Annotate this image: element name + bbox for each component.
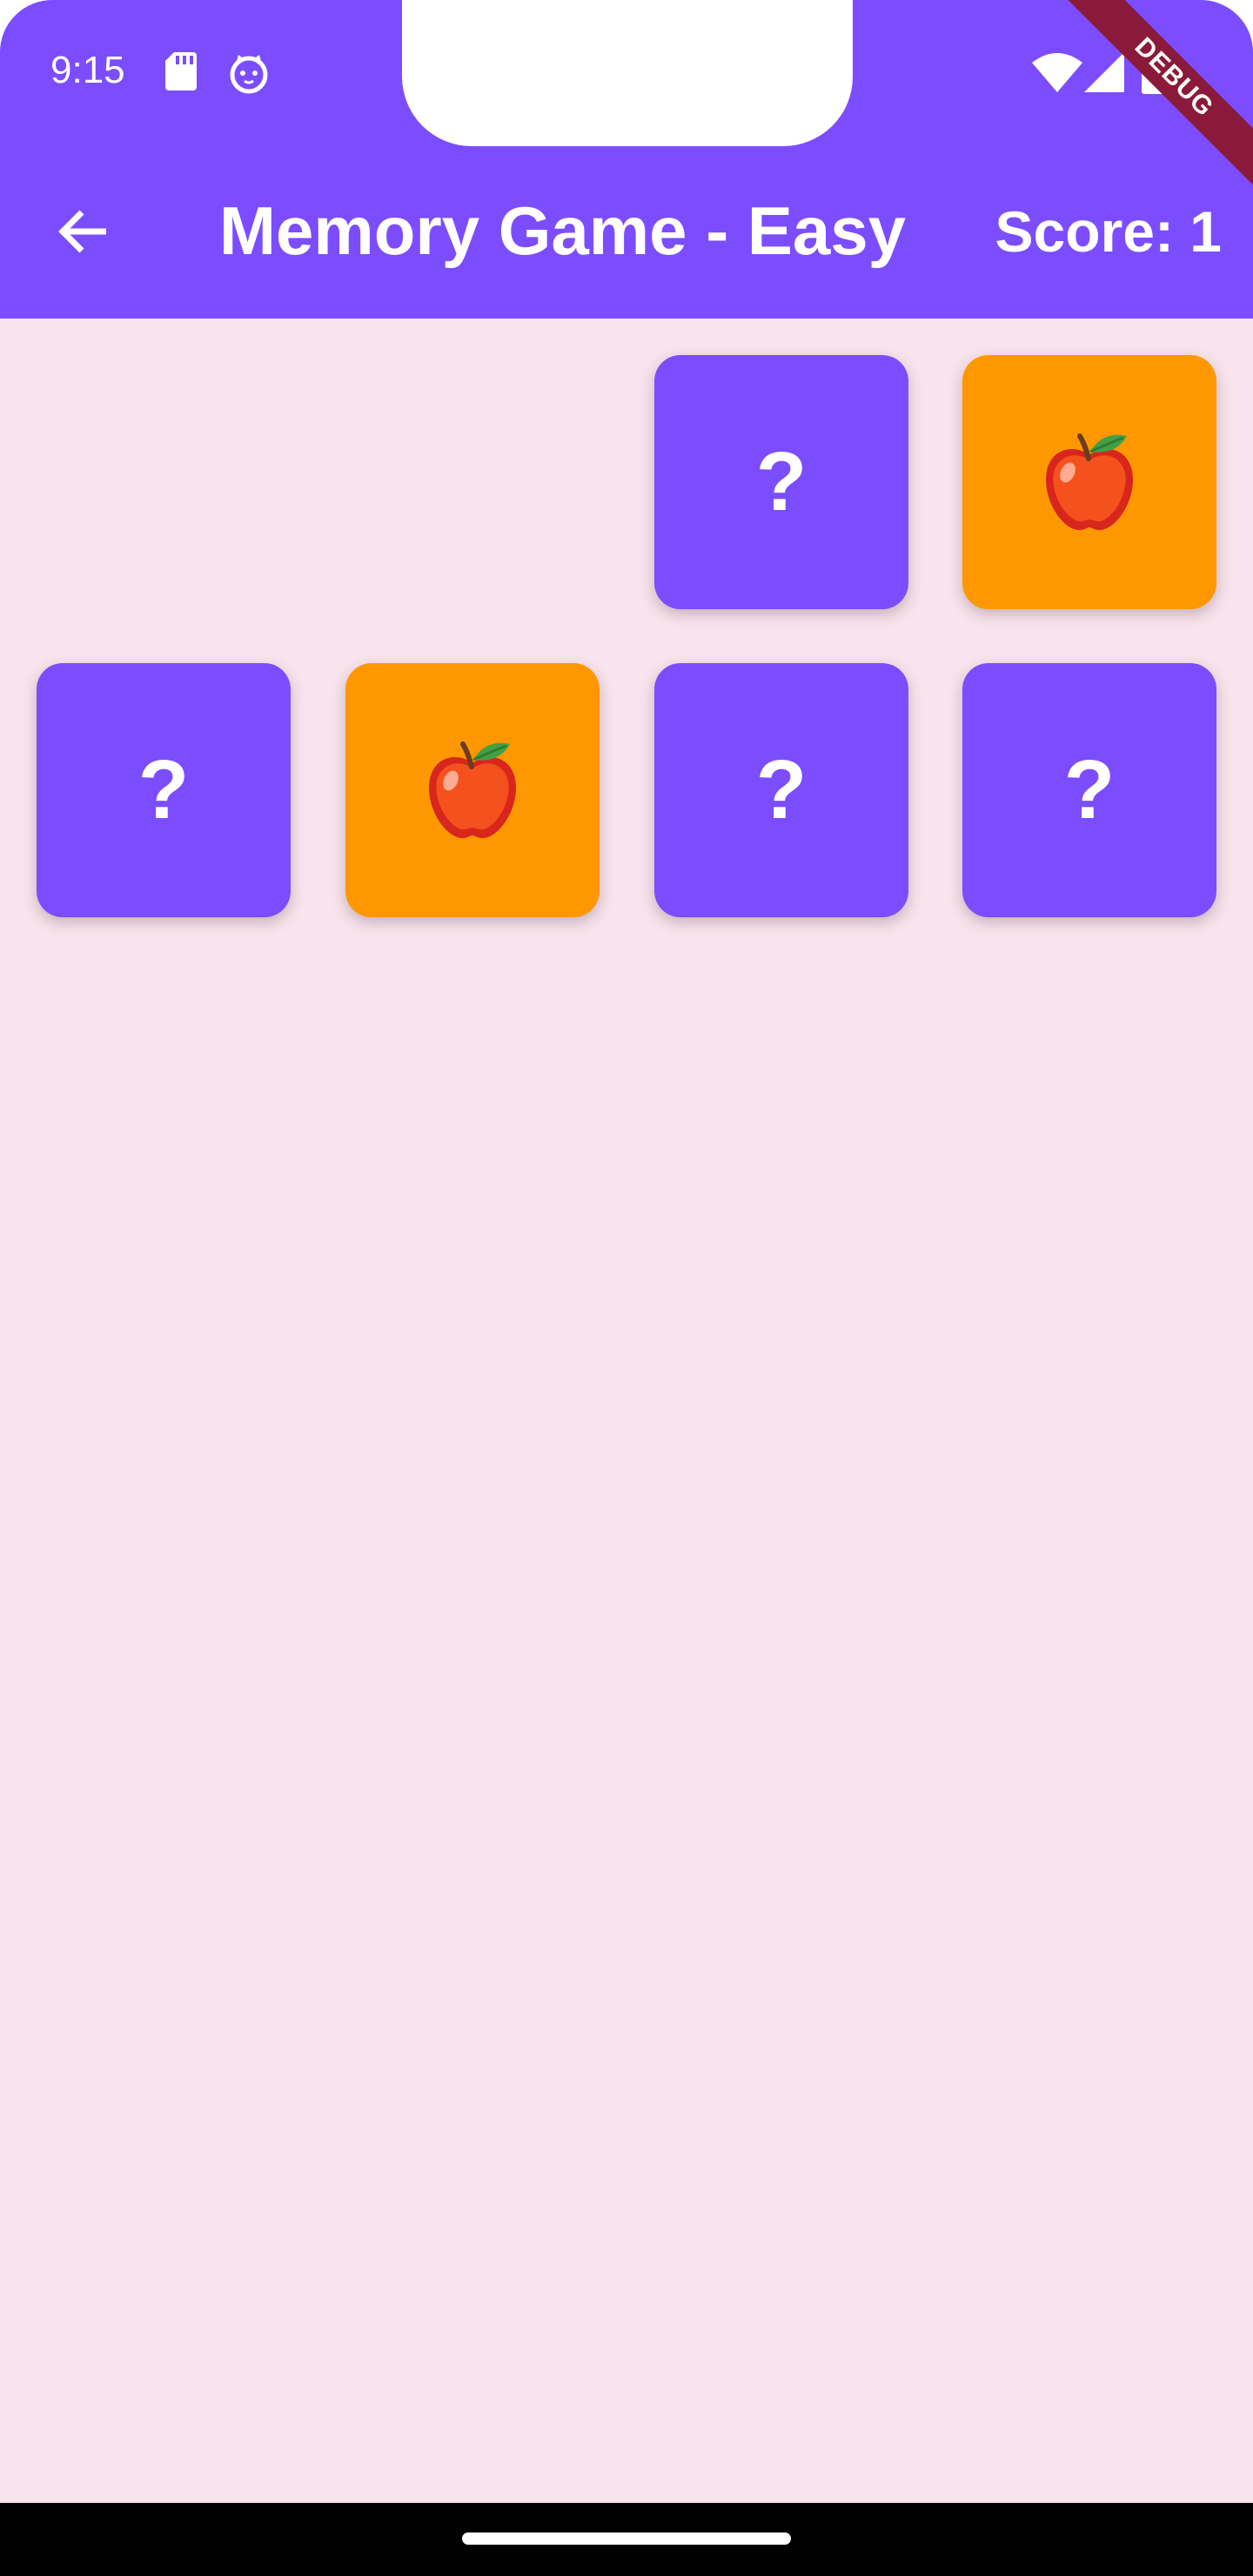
debug-banner: DEBUG: [1062, 0, 1253, 191]
debug-label: DEBUG: [1062, 0, 1253, 191]
apple-icon: [428, 741, 517, 839]
card-question-mark: ?: [755, 743, 807, 836]
back-arrow-icon[interactable]: [50, 197, 120, 266]
home-indicator[interactable]: [462, 2532, 791, 2545]
screen: 9:15 DEBUG Memory Game - Easy Score: 1 ?: [0, 0, 1253, 2576]
sd-card-icon: [165, 52, 197, 91]
memory-card-revealed[interactable]: [345, 663, 600, 917]
memory-card-hidden[interactable]: ?: [654, 355, 908, 609]
memory-card-hidden[interactable]: ?: [654, 663, 908, 917]
status-time: 9:15: [50, 49, 125, 91]
card-question-mark: ?: [137, 743, 190, 836]
card-question-mark: ?: [1063, 743, 1116, 836]
apple-icon: [1045, 433, 1134, 531]
memory-card-revealed[interactable]: [962, 355, 1216, 609]
screen-corner: [0, 0, 52, 52]
score-label: Score: 1: [995, 199, 1222, 264]
memory-card-hidden[interactable]: ?: [962, 663, 1216, 917]
memory-card-hidden[interactable]: ?: [37, 663, 291, 917]
display-notch: [402, 0, 853, 146]
cat-face-icon: [230, 55, 268, 94]
page-title: Memory Game - Easy: [219, 192, 907, 269]
card-question-mark: ?: [755, 435, 807, 528]
